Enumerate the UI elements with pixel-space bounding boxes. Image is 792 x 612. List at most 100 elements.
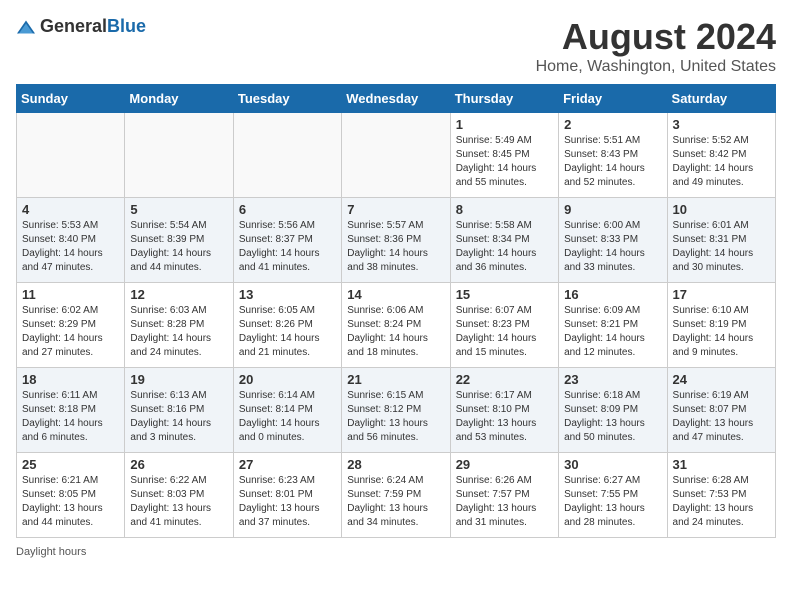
- calendar-cell: 4 Sunrise: 5:53 AM Sunset: 8:40 PM Daylig…: [17, 198, 125, 283]
- calendar-week-row: 18 Sunrise: 6:11 AM Sunset: 8:18 PM Dayli…: [17, 368, 776, 453]
- day-number: 1: [456, 117, 553, 132]
- day-header-monday: Monday: [125, 85, 233, 113]
- calendar-cell: 2 Sunrise: 5:51 AM Sunset: 8:43 PM Daylig…: [559, 113, 667, 198]
- calendar-cell: 3 Sunrise: 5:52 AM Sunset: 8:42 PM Daylig…: [667, 113, 775, 198]
- cell-content: Sunrise: 6:18 AM Sunset: 8:09 PM Dayligh…: [564, 389, 661, 445]
- cell-content: Sunrise: 6:21 AM Sunset: 8:05 PM Dayligh…: [22, 474, 119, 530]
- day-number: 15: [456, 287, 553, 302]
- day-number: 11: [22, 287, 119, 302]
- day-number: 7: [347, 202, 444, 217]
- day-number: 16: [564, 287, 661, 302]
- header: GeneralBlue August 2024 Home, Washington…: [16, 16, 776, 76]
- cell-content: Sunrise: 6:26 AM Sunset: 7:57 PM Dayligh…: [456, 474, 553, 530]
- day-number: 10: [673, 202, 770, 217]
- calendar-cell: 20 Sunrise: 6:14 AM Sunset: 8:14 PM Dayli…: [233, 368, 341, 453]
- calendar-cell: 21 Sunrise: 6:15 AM Sunset: 8:12 PM Dayli…: [342, 368, 450, 453]
- calendar-cell: 13Sunrise: 6:05 AM Sunset: 8:26 PM Dayli…: [233, 283, 341, 368]
- day-number: 20: [239, 372, 336, 387]
- day-number: 9: [564, 202, 661, 217]
- calendar-cell: 10 Sunrise: 6:01 AM Sunset: 8:31 PM Dayli…: [667, 198, 775, 283]
- calendar-cell: 1 Sunrise: 5:49 AM Sunset: 8:45 PM Daylig…: [450, 113, 558, 198]
- calendar-cell: 31Sunrise: 6:28 AM Sunset: 7:53 PM Dayli…: [667, 453, 775, 538]
- day-header-friday: Friday: [559, 85, 667, 113]
- cell-content: Sunrise: 6:10 AM Sunset: 8:19 PM Dayligh…: [673, 304, 770, 360]
- day-number: 17: [673, 287, 770, 302]
- calendar-cell: 27Sunrise: 6:23 AM Sunset: 8:01 PM Dayli…: [233, 453, 341, 538]
- cell-content: Sunrise: 6:01 AM Sunset: 8:31 PM Dayligh…: [673, 219, 770, 275]
- cell-content: Sunrise: 5:52 AM Sunset: 8:42 PM Dayligh…: [673, 134, 770, 190]
- cell-content: Sunrise: 6:17 AM Sunset: 8:10 PM Dayligh…: [456, 389, 553, 445]
- cell-content: Sunrise: 6:00 AM Sunset: 8:33 PM Dayligh…: [564, 219, 661, 275]
- day-header-sunday: Sunday: [17, 85, 125, 113]
- calendar-cell: 23 Sunrise: 6:18 AM Sunset: 8:09 PM Dayli…: [559, 368, 667, 453]
- calendar-cell: 26Sunrise: 6:22 AM Sunset: 8:03 PM Dayli…: [125, 453, 233, 538]
- day-number: 6: [239, 202, 336, 217]
- calendar-week-row: 1 Sunrise: 5:49 AM Sunset: 8:45 PM Daylig…: [17, 113, 776, 198]
- cell-content: Sunrise: 6:03 AM Sunset: 8:28 PM Dayligh…: [130, 304, 227, 360]
- day-number: 18: [22, 372, 119, 387]
- day-number: 24: [673, 372, 770, 387]
- calendar-cell: 24 Sunrise: 6:19 AM Sunset: 8:07 PM Dayli…: [667, 368, 775, 453]
- day-number: 4: [22, 202, 119, 217]
- calendar-cell: 7 Sunrise: 5:57 AM Sunset: 8:36 PM Daylig…: [342, 198, 450, 283]
- cell-content: Sunrise: 5:51 AM Sunset: 8:43 PM Dayligh…: [564, 134, 661, 190]
- calendar-cell: 22Sunrise: 6:17 AM Sunset: 8:10 PM Dayli…: [450, 368, 558, 453]
- cell-content: Sunrise: 6:09 AM Sunset: 8:21 PM Dayligh…: [564, 304, 661, 360]
- day-header-tuesday: Tuesday: [233, 85, 341, 113]
- cell-content: Sunrise: 6:28 AM Sunset: 7:53 PM Dayligh…: [673, 474, 770, 530]
- calendar-cell: 6 Sunrise: 5:56 AM Sunset: 8:37 PM Daylig…: [233, 198, 341, 283]
- cell-content: Sunrise: 6:22 AM Sunset: 8:03 PM Dayligh…: [130, 474, 227, 530]
- logo: GeneralBlue: [16, 16, 146, 37]
- day-headers-row: SundayMondayTuesdayWednesdayThursdayFrid…: [17, 85, 776, 113]
- day-number: 8: [456, 202, 553, 217]
- day-number: 5: [130, 202, 227, 217]
- cell-content: Sunrise: 6:05 AM Sunset: 8:26 PM Dayligh…: [239, 304, 336, 360]
- calendar-table: SundayMondayTuesdayWednesdayThursdayFrid…: [16, 84, 776, 538]
- day-number: 21: [347, 372, 444, 387]
- calendar-cell: 9 Sunrise: 6:00 AM Sunset: 8:33 PM Daylig…: [559, 198, 667, 283]
- cell-content: Sunrise: 5:49 AM Sunset: 8:45 PM Dayligh…: [456, 134, 553, 190]
- calendar-cell: 12Sunrise: 6:03 AM Sunset: 8:28 PM Dayli…: [125, 283, 233, 368]
- calendar-cell: [125, 113, 233, 198]
- day-header-wednesday: Wednesday: [342, 85, 450, 113]
- cell-content: Sunrise: 5:58 AM Sunset: 8:34 PM Dayligh…: [456, 219, 553, 275]
- cell-content: Sunrise: 6:19 AM Sunset: 8:07 PM Dayligh…: [673, 389, 770, 445]
- calendar-cell: 17 Sunrise: 6:10 AM Sunset: 8:19 PM Dayli…: [667, 283, 775, 368]
- cell-content: Sunrise: 5:53 AM Sunset: 8:40 PM Dayligh…: [22, 219, 119, 275]
- cell-content: Sunrise: 6:13 AM Sunset: 8:16 PM Dayligh…: [130, 389, 227, 445]
- calendar-week-row: 25Sunrise: 6:21 AM Sunset: 8:05 PM Dayli…: [17, 453, 776, 538]
- calendar-cell: 25Sunrise: 6:21 AM Sunset: 8:05 PM Dayli…: [17, 453, 125, 538]
- day-number: 23: [564, 372, 661, 387]
- cell-content: Sunrise: 6:15 AM Sunset: 8:12 PM Dayligh…: [347, 389, 444, 445]
- calendar-week-row: 4 Sunrise: 5:53 AM Sunset: 8:40 PM Daylig…: [17, 198, 776, 283]
- cell-content: Sunrise: 6:27 AM Sunset: 7:55 PM Dayligh…: [564, 474, 661, 530]
- calendar-cell: 18 Sunrise: 6:11 AM Sunset: 8:18 PM Dayli…: [17, 368, 125, 453]
- calendar-cell: 15 Sunrise: 6:07 AM Sunset: 8:23 PM Dayli…: [450, 283, 558, 368]
- daylight-label: Daylight hours: [16, 546, 86, 558]
- logo-text: GeneralBlue: [40, 16, 146, 37]
- calendar-subtitle: Home, Washington, United States: [536, 58, 776, 76]
- logo-general: General: [40, 16, 107, 36]
- day-number: 19: [130, 372, 227, 387]
- calendar-cell: 11Sunrise: 6:02 AM Sunset: 8:29 PM Dayli…: [17, 283, 125, 368]
- title-section: August 2024 Home, Washington, United Sta…: [536, 16, 776, 76]
- logo-blue: Blue: [107, 16, 146, 36]
- calendar-cell: 5Sunrise: 5:54 AM Sunset: 8:39 PM Daylig…: [125, 198, 233, 283]
- day-header-thursday: Thursday: [450, 85, 558, 113]
- calendar-cell: [233, 113, 341, 198]
- calendar-cell: 30 Sunrise: 6:27 AM Sunset: 7:55 PM Dayli…: [559, 453, 667, 538]
- calendar-cell: 29Sunrise: 6:26 AM Sunset: 7:57 PM Dayli…: [450, 453, 558, 538]
- day-number: 3: [673, 117, 770, 132]
- cell-content: Sunrise: 6:07 AM Sunset: 8:23 PM Dayligh…: [456, 304, 553, 360]
- cell-content: Sunrise: 5:57 AM Sunset: 8:36 PM Dayligh…: [347, 219, 444, 275]
- day-header-saturday: Saturday: [667, 85, 775, 113]
- cell-content: Sunrise: 5:56 AM Sunset: 8:37 PM Dayligh…: [239, 219, 336, 275]
- day-number: 27: [239, 457, 336, 472]
- day-number: 30: [564, 457, 661, 472]
- cell-content: Sunrise: 6:14 AM Sunset: 8:14 PM Dayligh…: [239, 389, 336, 445]
- cell-content: Sunrise: 6:06 AM Sunset: 8:24 PM Dayligh…: [347, 304, 444, 360]
- cell-content: Sunrise: 6:11 AM Sunset: 8:18 PM Dayligh…: [22, 389, 119, 445]
- day-number: 2: [564, 117, 661, 132]
- calendar-cell: [17, 113, 125, 198]
- calendar-cell: 19 Sunrise: 6:13 AM Sunset: 8:16 PM Dayli…: [125, 368, 233, 453]
